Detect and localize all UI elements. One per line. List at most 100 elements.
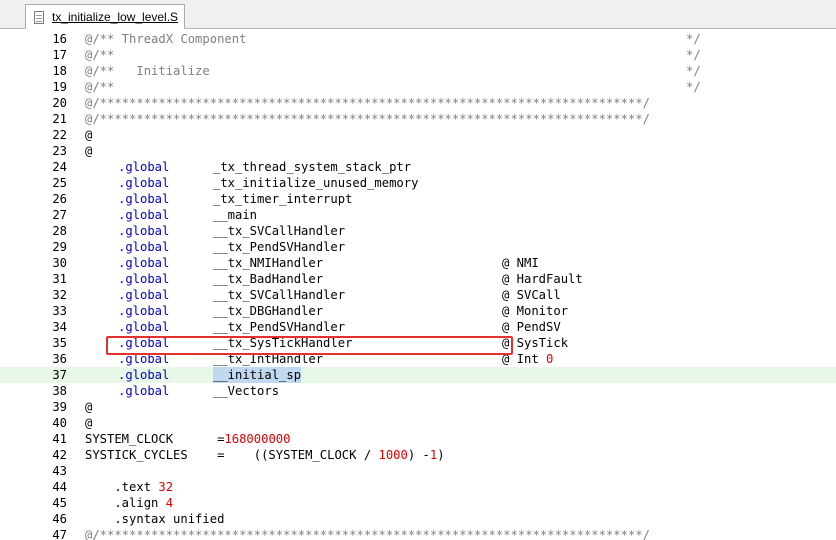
directive-keyword: .global	[118, 176, 170, 190]
code-line[interactable]: 29 .global __tx_PendSVHandler	[0, 239, 836, 255]
code-line[interactable]: 42 SYSTICK_CYCLES = ((SYSTEM_CLOCK / 1000…	[0, 447, 836, 463]
editor-tab-bar: tx_initialize_low_level.S	[0, 0, 836, 29]
line-number: 40	[52, 416, 67, 430]
inline-comment: @ HardFault	[502, 272, 591, 286]
code-line[interactable]: 35 .global __tx_SysTickHandler @ SysTick	[0, 335, 836, 351]
symbol-name: __main	[213, 208, 258, 222]
code-line[interactable]: 44 .text 32	[0, 479, 836, 495]
code-line[interactable]: 30 .global __tx_NMIHandler @ NMI	[0, 255, 836, 271]
comment-end: */	[686, 64, 701, 78]
line-number: 36	[52, 352, 67, 366]
line-number: 18	[52, 64, 67, 78]
code-line[interactable]: 34 .global __tx_PendSVHandler @ PendSV	[0, 319, 836, 335]
symbol-name: __tx_IntHandler	[213, 352, 324, 366]
code-line[interactable]: 23 @	[0, 143, 836, 159]
inline-comment: @ SVCall	[502, 288, 569, 302]
code-line[interactable]: 16 @/** ThreadX Component */	[0, 31, 836, 47]
code-editor[interactable]: 16 @/** ThreadX Component */ 17 @/** */ 18 @/**…	[0, 29, 836, 540]
code-line[interactable]: 46 .syntax unified	[0, 511, 836, 527]
code-line[interactable]: 17 @/** */	[0, 47, 836, 63]
directive-keyword: .global	[118, 272, 170, 286]
code-line[interactable]: 40 @	[0, 415, 836, 431]
code-line[interactable]: 26 .global _tx_timer_interrupt	[0, 191, 836, 207]
line-number: 41	[52, 432, 67, 446]
line-number: 35	[52, 336, 67, 350]
code-content: .syntax unified	[85, 512, 225, 526]
directive-keyword: .global	[118, 240, 170, 254]
symbol-name: __tx_DBGHandler	[213, 304, 324, 318]
code-line[interactable]: 37 .global __initial_sp	[0, 367, 836, 383]
code-line[interactable]: 38 .global __Vectors	[0, 383, 836, 399]
line-number: 39	[52, 400, 67, 414]
directive-keyword: .global	[118, 304, 170, 318]
symbol-name: __tx_SVCallHandler	[213, 288, 346, 302]
line-number: 19	[52, 80, 67, 94]
numeric-literal: 4	[165, 496, 174, 510]
code-line[interactable]: 36 .global __tx_IntHandler @ Int 0	[0, 351, 836, 367]
line-number: 26	[52, 192, 67, 206]
code-line[interactable]: 41 SYSTEM_CLOCK =168000000	[0, 431, 836, 447]
code-line[interactable]: 32 .global __tx_SVCallHandler @ SVCall	[0, 287, 836, 303]
code-content: @/**	[85, 48, 115, 62]
code-line[interactable]: 21 @/************************************…	[0, 111, 836, 127]
directive-keyword: .global	[118, 160, 170, 174]
code-content: @	[85, 128, 93, 142]
code-content: @/**************************************…	[85, 528, 650, 540]
numeric-literal: 168000000	[224, 432, 291, 446]
code-line[interactable]: 43	[0, 463, 836, 479]
numeric-literal: 32	[158, 480, 174, 494]
line-number: 22	[52, 128, 67, 142]
code-line[interactable]: 22 @	[0, 127, 836, 143]
inline-comment: @ Monitor	[502, 304, 576, 318]
directive-keyword: .global	[118, 208, 170, 222]
directive-keyword: .global	[118, 336, 170, 350]
code-content: @/**	[85, 80, 115, 94]
code-content: @/**************************************…	[85, 96, 650, 110]
line-number: 27	[52, 208, 67, 222]
inline-comment: @ Int 0	[502, 352, 554, 366]
code-content: SYSTICK_CYCLES = ((SYSTEM_CLOCK / 1000) …	[85, 448, 445, 462]
code-line[interactable]: 20 @/************************************…	[0, 95, 836, 111]
line-number: 24	[52, 160, 67, 174]
code-line[interactable]: 45 .align 4	[0, 495, 836, 511]
symbol-name: _tx_timer_interrupt	[213, 192, 353, 206]
symbol-name: __tx_SysTickHandler	[213, 336, 353, 350]
line-number: 21	[52, 112, 67, 126]
code-line[interactable]: 28 .global __tx_SVCallHandler	[0, 223, 836, 239]
directive-keyword: .global	[118, 192, 170, 206]
comment-end: */	[686, 48, 701, 62]
code-line[interactable]: 47 @/************************************…	[0, 527, 836, 540]
symbol-name: __initial_sp	[213, 367, 302, 383]
code-line[interactable]: 31 .global __tx_BadHandler @ HardFault	[0, 271, 836, 287]
symbol-name: __tx_PendSVHandler	[213, 240, 346, 254]
code-content: .align 4	[85, 496, 174, 510]
code-content: .text 32	[85, 480, 174, 494]
directive-keyword: .global	[118, 352, 170, 366]
code-line[interactable]: 27 .global __main	[0, 207, 836, 223]
line-number: 29	[52, 240, 67, 254]
directive-keyword: .global	[118, 224, 170, 238]
line-number: 45	[52, 496, 67, 510]
code-line[interactable]: 39 @	[0, 399, 836, 415]
symbol-name: __Vectors	[213, 384, 280, 398]
inline-comment: @ SysTick	[502, 336, 576, 350]
code-line[interactable]: 19 @/** */	[0, 79, 836, 95]
line-number: 17	[52, 48, 67, 62]
comment-end: */	[686, 80, 701, 94]
file-tab[interactable]: tx_initialize_low_level.S	[25, 4, 185, 29]
code-line[interactable]: 24 .global _tx_thread_system_stack_ptr	[0, 159, 836, 175]
line-number: 44	[52, 480, 67, 494]
code-content: @	[85, 144, 93, 158]
code-line[interactable]: 18 @/** Initialize */	[0, 63, 836, 79]
inline-comment: @ NMI	[502, 256, 547, 270]
code-content: @/**************************************…	[85, 112, 650, 126]
code-content: @/** Initialize	[85, 64, 210, 78]
line-number: 47	[52, 528, 67, 540]
code-content: SYSTEM_CLOCK =168000000	[85, 432, 291, 446]
symbol-name: _tx_initialize_unused_memory	[213, 176, 419, 190]
line-number: 16	[52, 32, 67, 46]
code-line[interactable]: 25 .global _tx_initialize_unused_memory	[0, 175, 836, 191]
line-number: 43	[52, 464, 67, 478]
directive-keyword: .global	[118, 384, 170, 398]
code-line[interactable]: 33 .global __tx_DBGHandler @ Monitor	[0, 303, 836, 319]
